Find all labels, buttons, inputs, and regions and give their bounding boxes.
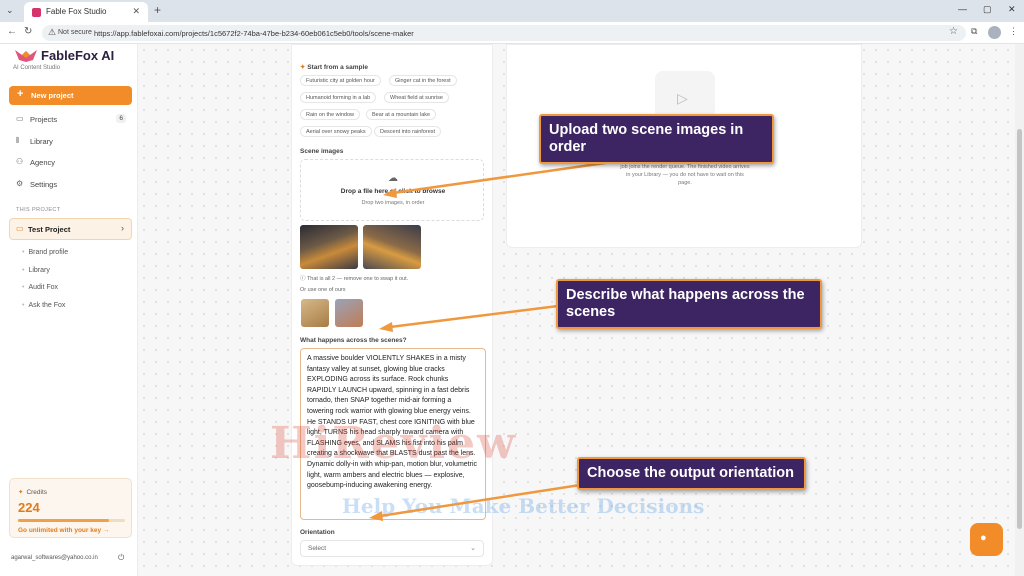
scene-image-2[interactable] — [363, 225, 421, 269]
scrollbar-thumb[interactable] — [1017, 129, 1022, 529]
sample-chip[interactable]: Futuristic city at golden hour — [300, 75, 381, 86]
sidebar-item-library[interactable]: ⫴ Library — [16, 135, 132, 149]
projects-count-badge: 6 — [116, 114, 126, 123]
page-scrollbar[interactable] — [1015, 44, 1024, 576]
folder-icon: ▭ — [16, 114, 24, 123]
project-name: Test Project — [28, 225, 71, 234]
logout-icon[interactable]: ⏻ — [118, 553, 124, 563]
sidebar-item-settings[interactable]: ⚙ Settings — [16, 178, 132, 192]
dropzone-subtitle: Drop two images, in order — [361, 200, 425, 206]
dropzone-title: Drop a file here or click to browse — [340, 188, 446, 195]
go-unlimited-link[interactable]: Go unlimited with your key → — [18, 527, 109, 534]
new-tab-icon[interactable]: + — [154, 3, 161, 17]
url-text: https://app.fablefoxai.com/projects/1c56… — [94, 29, 414, 38]
agency-icon: ⚇ — [16, 157, 24, 166]
orientation-select[interactable]: Select ⌄ — [300, 540, 484, 557]
sample-chip[interactable]: Descent into rainforest — [374, 126, 442, 137]
current-project-card[interactable]: ▭ Test Project › — [9, 218, 132, 240]
credits-value: 224 — [18, 500, 40, 515]
sample-chip[interactable]: Aerial over snowy peaks — [300, 126, 372, 137]
sample-chip[interactable]: Ginger cat in the forest — [389, 75, 457, 86]
project-item-ask-the-fox[interactable]: • Ask the Fox — [22, 302, 65, 309]
logo-text: FableFox AI — [41, 48, 115, 63]
orientation-value: Select — [308, 545, 327, 552]
sidebar-item-agency[interactable]: ⚇ Agency — [16, 156, 132, 170]
tab-search-icon[interactable]: ⌄ — [6, 5, 14, 16]
image-dropzone[interactable]: ☁ Drop a file here or click to browse Dr… — [300, 159, 484, 221]
happens-heading: What happens across the scenes? — [300, 337, 407, 344]
project-item-library[interactable]: • Library — [22, 267, 50, 274]
project-item-brand-profile[interactable]: • Brand profile — [22, 249, 68, 256]
url-input[interactable]: ⚠ Not secure https://app.fablefoxai.com/… — [42, 25, 966, 41]
sparkle-icon: ✦ — [18, 489, 24, 496]
sidebar-item-label: Library — [30, 137, 53, 146]
sidebar: FableFox AI AI Content Studio + New proj… — [0, 44, 138, 576]
play-icon: ▷ — [677, 90, 688, 106]
sample-chip[interactable]: Bear at a mountain lake — [366, 109, 437, 120]
info-icon: ⓘ — [300, 276, 307, 282]
chevron-right-icon: › — [121, 223, 124, 233]
credits-progress-fill — [18, 519, 109, 522]
stock-image-2[interactable] — [335, 299, 363, 327]
callout-upload: Upload two scene images in order — [539, 114, 774, 164]
sample-chip[interactable]: Rain on the window — [300, 109, 361, 120]
stock-image-dog[interactable] — [301, 299, 329, 327]
sample-chip[interactable]: Humanoid forming in a lab — [300, 92, 377, 103]
favicon-icon — [32, 8, 41, 17]
this-project-heading: THIS PROJECT — [16, 207, 61, 213]
callout-describe: Describe what happens across the scenes — [556, 279, 822, 329]
watermark-tagline: Help You Make Better Decisions — [342, 494, 705, 518]
minimize-icon[interactable]: — — [958, 4, 967, 14]
upload-cloud-icon: ☁ — [388, 173, 398, 184]
or-use-label: Or use one of ours — [300, 287, 346, 293]
warning-icon[interactable]: ⚠ — [48, 27, 56, 38]
chat-help-button[interactable]: ● — [970, 523, 1003, 556]
gear-icon: ⚙ — [16, 179, 24, 188]
chat-bubble-icon: ● — [980, 532, 987, 544]
address-bar: ← ↻ ⚠ Not secure https://app.fablefoxai.… — [0, 22, 1024, 44]
scene-image-1[interactable] — [300, 225, 358, 269]
fox-logo-icon — [15, 50, 37, 62]
sidebar-item-label: Projects — [30, 115, 58, 124]
window-close-icon[interactable]: ✕ — [1008, 4, 1016, 15]
images-note: ⓘ That is all 2 — remove one to swap it … — [300, 276, 409, 282]
scene-maker-form: ✦ Start from a sample Futuristic city at… — [291, 44, 493, 566]
new-project-button[interactable]: + New project — [9, 86, 132, 105]
menu-dots-icon[interactable]: ⋮ — [1009, 26, 1018, 37]
sample-chip[interactable]: Wheat field at sunrise — [384, 92, 449, 103]
sidebar-item-label: Settings — [30, 180, 58, 189]
new-project-label: New project — [31, 91, 74, 100]
folder-icon: ▭ — [16, 224, 24, 233]
orientation-heading: Orientation — [300, 529, 335, 536]
callout-orientation: Choose the output orientation — [577, 457, 806, 490]
browser-tabbar: ⌄ Fable Fox Studio ✕ + — ▢ ✕ — [0, 0, 1024, 22]
secure-label: Not secure — [58, 29, 92, 36]
user-email: agarwal_softwares@yahoo.co.in — [11, 555, 98, 561]
bookmark-star-icon[interactable]: ☆ — [949, 26, 958, 37]
credits-card: ✦ Credits 224 Go unlimited with your key … — [9, 478, 132, 538]
watermark-text: HiReview — [270, 418, 517, 469]
extensions-icon[interactable]: ⧉ — [971, 26, 977, 37]
reload-icon[interactable]: ↻ — [24, 26, 32, 37]
browser-tab[interactable]: Fable Fox Studio ✕ — [24, 2, 148, 22]
project-item-audit-fox[interactable]: • Audit Fox — [22, 284, 58, 291]
credits-progress-bar — [18, 519, 125, 522]
plus-icon: + — [17, 88, 24, 100]
close-icon[interactable]: ✕ — [132, 6, 140, 17]
credits-label: ✦ Credits — [18, 489, 48, 496]
samples-heading: ✦ Start from a sample — [300, 64, 368, 71]
back-icon[interactable]: ← — [7, 26, 17, 37]
sidebar-item-label: Agency — [30, 158, 56, 167]
tab-title: Fable Fox Studio — [46, 7, 107, 16]
profile-avatar[interactable] — [988, 26, 1001, 39]
maximize-icon[interactable]: ▢ — [983, 4, 992, 15]
library-icon: ⫴ — [16, 136, 20, 145]
sidebar-item-projects[interactable]: ▭ Projects 6 — [16, 113, 132, 127]
scene-images-heading: Scene images — [300, 148, 344, 155]
logo-subtitle: AI Content Studio — [13, 65, 61, 71]
chevron-down-icon: ⌄ — [470, 545, 476, 552]
